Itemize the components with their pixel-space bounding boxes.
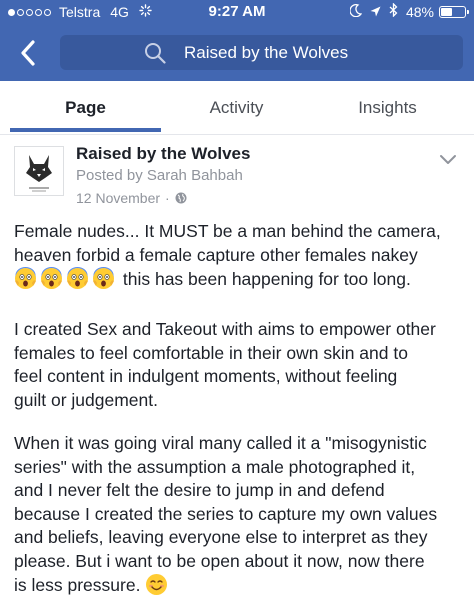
search-query-text: Raised by the Wolves [184, 42, 349, 62]
post-paragraph-1: Female nudes... It MUST be a man behind … [14, 220, 466, 292]
bluetooth-icon [389, 2, 398, 20]
wolf-logo-icon [26, 155, 52, 192]
post-options-button[interactable] [437, 152, 459, 168]
tab-activity[interactable]: Activity [161, 81, 312, 135]
page-name-link[interactable]: Raised by the Wolves [76, 144, 250, 164]
chevron-down-icon [440, 155, 456, 164]
text-line: series" with the assumption a male photo… [14, 456, 416, 477]
chevron-left-icon [21, 40, 35, 66]
text-fragment: is less pressure. [14, 575, 146, 595]
battery-level [441, 7, 453, 16]
search-field[interactable]: Raised by the Wolves [60, 35, 463, 70]
page-tabs: Page Activity Insights [0, 81, 474, 135]
moon-icon [349, 3, 363, 20]
app-header: Telstra 4G 9:27 AM 48% Raised by the Wol… [0, 0, 474, 81]
search-icon [144, 42, 166, 64]
status-right: 48% [349, 2, 469, 20]
text-fragment: this has been happening for too long. [118, 269, 411, 289]
text-line: heaven forbid a female capture other fem… [14, 244, 418, 265]
smiling-face-emoji [145, 573, 168, 596]
screaming-face-emoji [14, 267, 37, 290]
post-meta: 12 November · [76, 190, 187, 206]
posted-by-label: Posted by Sarah Bahbah [76, 167, 243, 184]
text-line: females to feel comfortable in their own… [14, 342, 408, 363]
post-paragraph-2: I created Sex and Takeout with aims to e… [14, 318, 466, 412]
battery-percent: 48% [405, 3, 434, 20]
text-line: and I never felt the desire to jump in a… [14, 480, 385, 500]
active-tab-indicator [10, 128, 161, 132]
tab-insights[interactable]: Insights [312, 81, 463, 135]
post-date[interactable]: 12 November [76, 190, 160, 206]
text-line: guilt or judgement. [14, 389, 158, 410]
back-button[interactable] [14, 36, 42, 70]
globe-icon [175, 192, 187, 204]
screaming-face-emoji [66, 267, 89, 290]
meta-separator: · [165, 190, 170, 206]
text-line: I created Sex and Takeout with aims to e… [14, 319, 436, 339]
text-line: please. But i want to be open about it n… [14, 550, 425, 571]
text-line-with-emoji: this has been happening for too long. [14, 267, 466, 292]
text-line-with-emoji: is less pressure. [14, 573, 466, 598]
screaming-face-emoji [40, 267, 63, 290]
battery-icon [439, 5, 469, 18]
location-arrow-icon [370, 4, 381, 20]
text-line: When it was going viral many called it a… [14, 433, 427, 453]
text-line: Female nudes... It MUST be a man behind … [14, 221, 441, 241]
text-line: feel content in indulgent moments, witho… [14, 366, 398, 386]
page-avatar[interactable] [14, 146, 64, 196]
post-paragraph-3: When it was going viral many called it a… [14, 432, 466, 598]
text-line: and beliefs, leaving everyone else to in… [14, 527, 428, 547]
screaming-face-emoji [92, 267, 115, 290]
text-line: because I created the series to capture … [14, 503, 438, 524]
tab-page[interactable]: Page [10, 81, 161, 135]
post-card: Raised by the Wolves Posted by Sarah Bah… [0, 136, 474, 606]
status-bar: Telstra 4G 9:27 AM 48% [0, 0, 474, 24]
